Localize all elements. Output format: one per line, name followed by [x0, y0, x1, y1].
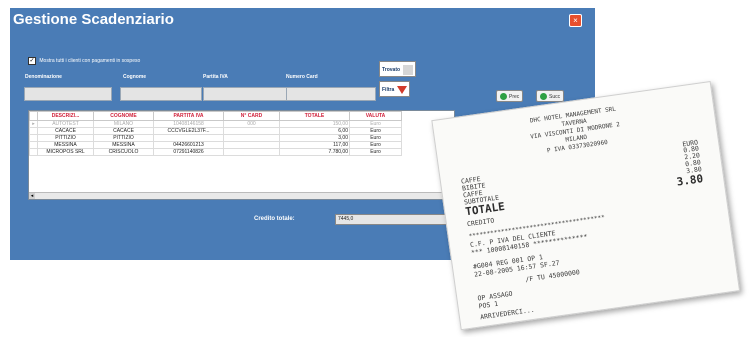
next-label: Succ — [549, 94, 561, 100]
cell-descrizione: MESSINA — [37, 141, 94, 149]
cell-totale: 6,00 — [279, 127, 350, 135]
receipt-pos-line: POS 1 — [478, 299, 499, 311]
horizontal-scrollbar[interactable]: ◂ ▸ — [29, 192, 452, 199]
table-row[interactable]: MESSINA MESSINA 04426601213 117,00 Euro — [29, 141, 402, 149]
table-row[interactable]: ▸ AUTOTEST MILANO 10408146158 000 150,00… — [29, 120, 402, 128]
table-header-row: DESCRIZI... COGNOME PARTITA IVA N° CARD … — [29, 111, 402, 121]
previous-label: Prec — [509, 94, 520, 100]
cell-descrizione: MICROPOS SRL — [37, 148, 94, 156]
numero-card-input[interactable] — [286, 87, 376, 101]
credit-total-label: Credito totale: — [254, 216, 295, 222]
cell-cognome: MILANO — [93, 120, 154, 128]
cell-valuta: Euro — [349, 127, 402, 135]
row-selector — [29, 134, 38, 142]
cell-cognome: CRISCUOLO — [93, 148, 154, 156]
cell-cognome: CACACE — [93, 127, 154, 135]
cell-card — [223, 141, 280, 149]
window-title: Gestione Scadenziario — [13, 11, 174, 28]
close-icon: × — [573, 16, 578, 25]
cell-valuta: Euro — [349, 134, 402, 142]
arrow-left-icon — [500, 93, 507, 101]
receipt-photo: DHC HOTEL MANAGEMENT SRL TAVERNA VIA VIS… — [412, 79, 753, 337]
receipt-total-value: 3.80 — [675, 172, 704, 189]
filter-button-label: Filtra — [382, 87, 395, 93]
cell-card: 000 — [223, 120, 280, 128]
cell-totale: 117,00 — [279, 141, 350, 149]
filter-button[interactable]: Filtra — [379, 81, 411, 97]
cell-totale: 7.780,00 — [279, 148, 350, 156]
next-button[interactable]: Succ — [536, 90, 565, 102]
scroll-left-icon[interactable]: ◂ — [29, 193, 35, 199]
label-numero-card: Numero Card — [286, 74, 318, 80]
row-selector-icon: ▸ — [29, 120, 38, 128]
cell-card — [223, 148, 280, 156]
header-partita-iva[interactable]: PARTITA IVA — [153, 111, 224, 121]
row-selector-header — [29, 111, 38, 121]
cell-card — [223, 127, 280, 135]
cell-totale: 3,00 — [279, 134, 350, 142]
funnel-icon — [397, 85, 408, 94]
header-card[interactable]: N° CARD — [223, 111, 280, 121]
header-valuta[interactable]: VALUTA — [349, 111, 402, 121]
partita-iva-input[interactable] — [203, 87, 287, 101]
search-button[interactable]: Trovato — [379, 61, 417, 77]
cell-partita-iva — [153, 134, 224, 142]
clients-table: DESCRIZI... COGNOME PARTITA IVA N° CARD … — [28, 110, 455, 200]
cell-partita-iva: 10408146158 — [153, 120, 224, 128]
denominazione-input[interactable] — [24, 87, 112, 101]
label-denominazione: Denominazione — [25, 74, 62, 80]
table-row[interactable]: MICROPOS SRL CRISCUOLO 07291140826 7.780… — [29, 148, 402, 156]
row-selector — [29, 141, 38, 149]
cell-valuta: Euro — [349, 120, 402, 128]
arrow-right-icon — [540, 93, 547, 101]
cell-partita-iva: 04426601213 — [153, 141, 224, 149]
show-all-checkbox[interactable]: ✓ — [28, 57, 36, 65]
cell-cognome: PITTIZIO — [93, 134, 154, 142]
receipt-credit-label: CREDITO — [466, 216, 495, 229]
header-cognome[interactable]: COGNOME — [93, 111, 154, 121]
table-row[interactable]: PITTIZIO PITTIZIO 3,00 Euro — [29, 134, 402, 142]
close-button[interactable]: × — [569, 14, 582, 27]
show-all-row: ✓ Mostra tutti i clienti con pagamenti i… — [28, 57, 140, 65]
cell-valuta: Euro — [349, 148, 402, 156]
row-selector — [29, 127, 38, 135]
cell-card — [223, 134, 280, 142]
show-all-label: Mostra tutti i clienti con pagamenti in … — [39, 58, 141, 64]
previous-button[interactable]: Prec — [496, 90, 524, 102]
cell-totale: 150,00 — [279, 120, 350, 128]
row-selector — [29, 148, 38, 156]
search-button-label: Trovato — [382, 67, 401, 73]
cell-partita-iva: 07291140826 — [153, 148, 224, 156]
receipt-paper: DHC HOTEL MANAGEMENT SRL TAVERNA VIA VIS… — [431, 81, 741, 331]
cell-descrizione: CACACE — [37, 127, 94, 135]
cell-partita-iva: CCCVGLE2L37F... — [153, 127, 224, 135]
cell-descrizione: PITTIZIO — [37, 134, 94, 142]
cognome-input[interactable] — [120, 87, 202, 101]
cell-descrizione: AUTOTEST — [37, 120, 94, 128]
cell-valuta: Euro — [349, 141, 402, 149]
header-descrizione[interactable]: DESCRIZI... — [37, 111, 94, 121]
label-partita-iva: Partita IVA — [203, 74, 228, 80]
label-cognome: Cognome — [123, 74, 147, 80]
table-row[interactable]: CACACE CACACE CCCVGLE2L37F... 6,00 Euro — [29, 127, 402, 135]
header-totale[interactable]: TOTALE — [279, 111, 350, 121]
cell-cognome: MESSINA — [93, 141, 154, 149]
search-icon — [403, 64, 414, 75]
